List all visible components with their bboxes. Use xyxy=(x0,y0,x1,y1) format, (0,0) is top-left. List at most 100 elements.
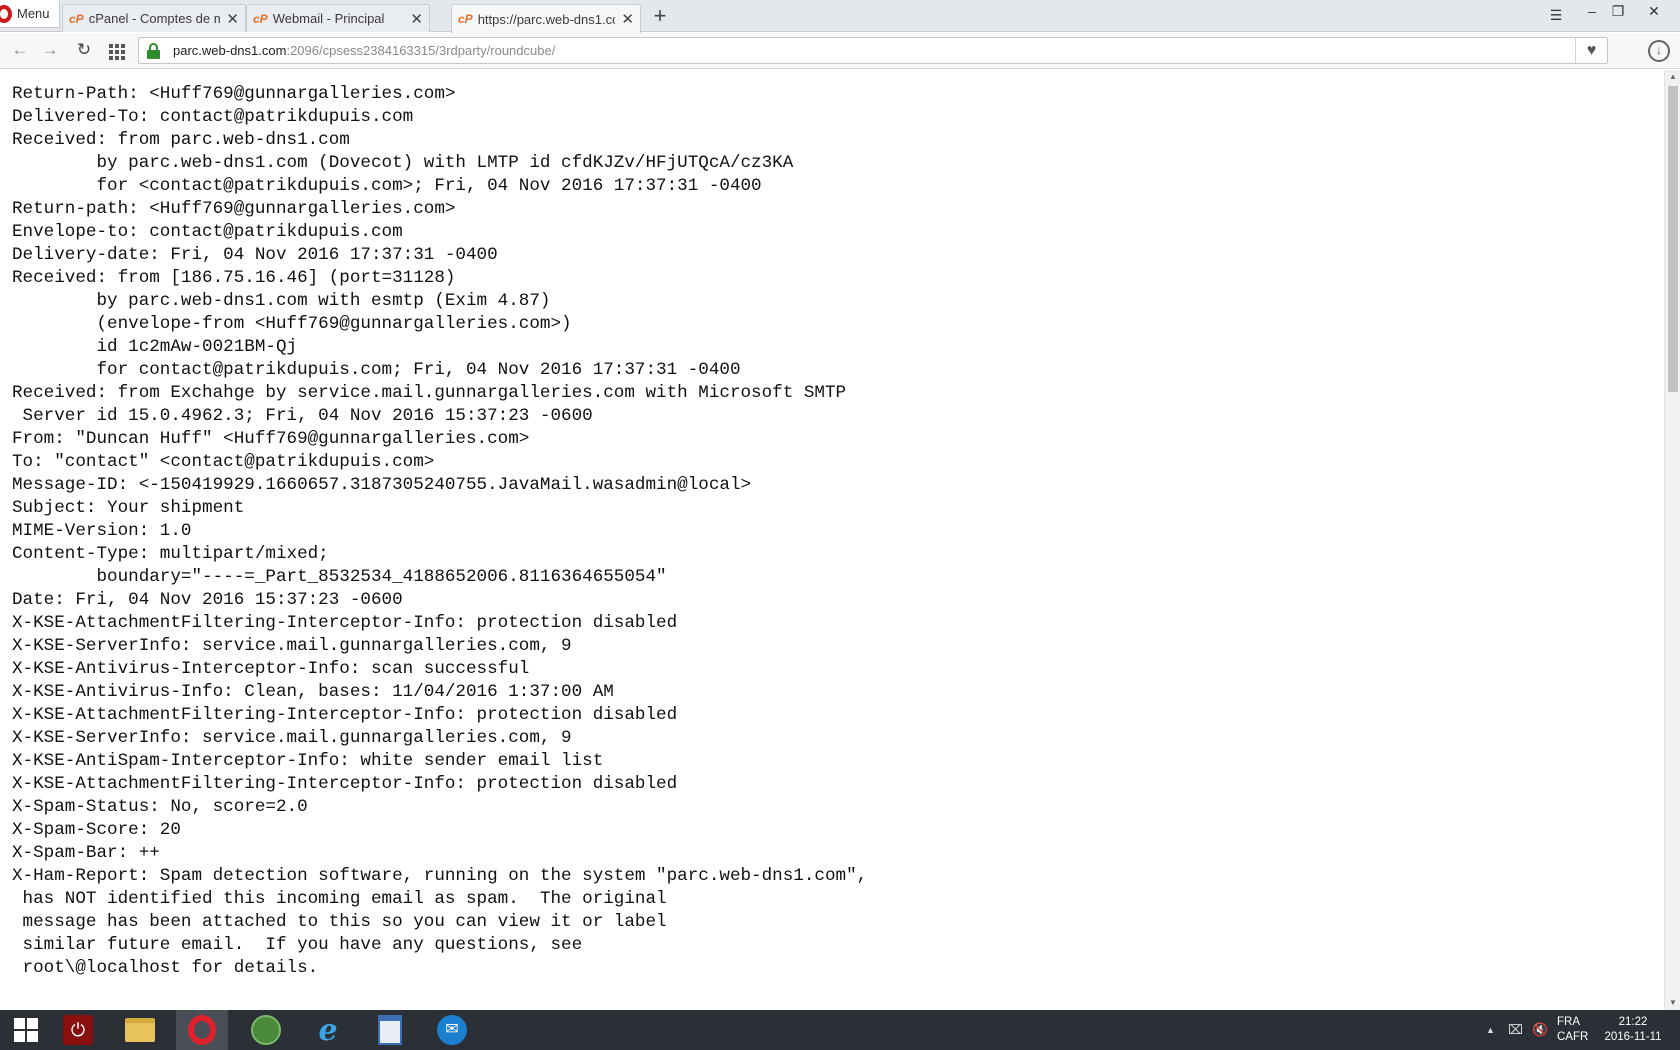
header-line: X-Spam-Status: No, score=2.0 xyxy=(12,797,308,817)
message-source-view: Return-Path: <Huff769@gunnargalleries.co… xyxy=(0,70,1664,1010)
header-line: Subject: Your shipment xyxy=(12,498,245,518)
header-line: X-KSE-Antivirus-Interceptor-Info: scan s… xyxy=(12,659,530,679)
opera-menu-button[interactable]: Menu xyxy=(0,0,60,28)
header-line: Received: from [186.75.16.46] (port=3112… xyxy=(12,268,456,288)
taskbar-app-file-explorer[interactable] xyxy=(114,1010,166,1050)
taskbar-app-globe[interactable] xyxy=(240,1010,292,1050)
url-host: parc.web-dns1.com xyxy=(173,43,287,58)
taskbar-app-internet-explorer[interactable]: e xyxy=(302,1010,354,1050)
power-icon: ⏻ xyxy=(63,1015,93,1045)
navigation-bar: ← → ↻ parc.web-dns1.com :2096/cpsess2384… xyxy=(0,33,1680,69)
mail-bird-icon: ✉ xyxy=(437,1015,467,1045)
header-line: X-KSE-AttachmentFiltering-Interceptor-In… xyxy=(12,705,678,725)
raw-email-headers: Return-Path: <Huff769@gunnargalleries.co… xyxy=(12,83,867,980)
opera-icon xyxy=(188,1015,216,1045)
tab-title: Webmail - Principal xyxy=(272,11,385,26)
tab-title: https://parc.web-dns1.com:2096/cpsess238… xyxy=(477,11,616,27)
header-line: Message-ID: <-150419929.1660657.31873052… xyxy=(12,475,752,495)
header-line: From: "Duncan Huff" <Huff769@gunnargalle… xyxy=(12,429,530,449)
header-line: id 1c2mAw-0021BM-Qj xyxy=(12,337,298,357)
header-line: for <contact@patrikdupuis.com>; Fri, 04 … xyxy=(12,176,762,196)
heart-bookmark-icon[interactable]: ♥ xyxy=(1575,38,1607,63)
header-line: message has been attached to this so you… xyxy=(12,912,667,932)
header-line: has NOT identified this incoming email a… xyxy=(12,889,667,909)
menu-label: Menu xyxy=(17,6,50,21)
header-line: Delivery-date: Fri, 04 Nov 2016 17:37:31… xyxy=(12,245,498,265)
opera-logo-icon xyxy=(0,4,12,23)
url-path: :2096/cpsess2384163315/3rdparty/roundcub… xyxy=(286,43,556,58)
windows-taskbar: ⏻ e ✉ ▲ ⌧ 🔇 FRA CAFR 21:22 2016-11-11 xyxy=(0,1010,1680,1050)
download-icon[interactable]: ↓ xyxy=(1648,40,1670,62)
header-line: X-KSE-AttachmentFiltering-Interceptor-In… xyxy=(12,613,678,633)
taskbar-app-opera[interactable] xyxy=(176,1010,228,1050)
back-arrow-icon[interactable]: ← xyxy=(8,38,32,62)
close-window-icon[interactable]: ✕ xyxy=(1640,0,1668,24)
speed-dial-grid-icon[interactable] xyxy=(109,44,125,60)
lock-icon[interactable] xyxy=(145,38,163,63)
clock[interactable]: 21:22 2016-11-11 xyxy=(1600,1015,1666,1045)
tab-cpanel[interactable]: cP cPanel - Comptes de messagerie ✕ xyxy=(62,4,246,32)
taskbar-app-document[interactable] xyxy=(364,1010,416,1050)
header-line: (envelope-from <Huff769@gunnargalleries.… xyxy=(12,314,572,334)
taskbar-app-shutdown[interactable]: ⏻ xyxy=(52,1010,104,1050)
clock-date: 2016-11-11 xyxy=(1604,1031,1662,1043)
vertical-scrollbar[interactable]: ▲ ▼ xyxy=(1664,70,1680,1010)
minimize-icon[interactable]: – xyxy=(1578,0,1606,24)
header-line: X-KSE-ServerInfo: service.mail.gunnargal… xyxy=(12,636,572,656)
tab-webmail[interactable]: cP Webmail - Principal ✕ xyxy=(246,4,430,32)
globe-icon xyxy=(251,1015,281,1045)
network-icon[interactable]: ⌧ xyxy=(1508,1022,1523,1038)
header-line: X-KSE-AntiSpam-Interceptor-Info: white s… xyxy=(12,751,604,771)
clock-time: 21:22 xyxy=(1618,1016,1648,1028)
taskbar-app-thunderbird[interactable]: ✉ xyxy=(426,1010,478,1050)
header-line: Return-path: <Huff769@gunnargalleries.co… xyxy=(12,199,456,219)
scroll-up-icon[interactable]: ▲ xyxy=(1665,70,1680,84)
folder-icon xyxy=(125,1018,155,1042)
header-line: root\@localhost for details. xyxy=(12,958,319,978)
internet-explorer-icon: e xyxy=(318,1012,338,1048)
scroll-down-icon[interactable]: ▼ xyxy=(1665,996,1680,1010)
header-line: X-KSE-AttachmentFiltering-Interceptor-In… xyxy=(12,774,678,794)
tab-strip: Menu cP cPanel - Comptes de messagerie ✕… xyxy=(0,0,1680,33)
header-line: by parc.web-dns1.com (Dovecot) with LMTP… xyxy=(12,153,794,173)
header-line: Received: from Exchahge by service.mail.… xyxy=(12,383,847,403)
restore-icon[interactable]: ❐ xyxy=(1604,0,1632,24)
tab-roundcube[interactable]: cP https://parc.web-dns1.com:2096/cpsess… xyxy=(451,4,641,33)
input-language-indicator[interactable]: FRA CAFR xyxy=(1557,1015,1589,1045)
cpanel-icon: cP xyxy=(253,11,268,26)
tab-menu-icon[interactable]: ☰ xyxy=(1542,4,1570,28)
show-hidden-icons-icon[interactable]: ▲ xyxy=(1486,1025,1495,1035)
header-line: To: "contact" <contact@patrikdupuis.com> xyxy=(12,452,435,472)
keyboard-layout: CAFR xyxy=(1557,1031,1589,1043)
reload-icon[interactable]: ↻ xyxy=(72,38,96,62)
header-line: Date: Fri, 04 Nov 2016 15:37:23 -0600 xyxy=(12,590,403,610)
start-button[interactable] xyxy=(0,1010,52,1050)
cpanel-icon: cP xyxy=(458,12,473,26)
address-bar[interactable]: parc.web-dns1.com :2096/cpsess2384163315… xyxy=(138,37,1608,64)
tab-title: cPanel - Comptes de messagerie xyxy=(88,11,221,26)
forward-arrow-icon[interactable]: → xyxy=(38,38,62,62)
header-line: Server id 15.0.4962.3; Fri, 04 Nov 2016 … xyxy=(12,406,593,426)
header-line: X-KSE-ServerInfo: service.mail.gunnargal… xyxy=(12,728,572,748)
close-icon[interactable]: ✕ xyxy=(226,10,239,28)
header-line: Received: from parc.web-dns1.com xyxy=(12,130,350,150)
header-line: X-Ham-Report: Spam detection software, r… xyxy=(12,866,868,886)
header-line: MIME-Version: 1.0 xyxy=(12,521,192,541)
header-line: for contact@patrikdupuis.com; Fri, 04 No… xyxy=(12,360,741,380)
windows-logo-icon xyxy=(14,1018,38,1042)
header-line: X-Spam-Score: 20 xyxy=(12,820,181,840)
close-icon[interactable]: ✕ xyxy=(621,10,634,28)
header-line: similar future email. If you have any qu… xyxy=(12,935,583,955)
header-line: X-Spam-Bar: ++ xyxy=(12,843,160,863)
header-line: Return-Path: <Huff769@gunnargalleries.co… xyxy=(12,84,456,104)
volume-muted-icon[interactable]: 🔇 xyxy=(1532,1022,1548,1038)
header-line: X-KSE-Antivirus-Info: Clean, bases: 11/0… xyxy=(12,682,614,702)
header-line: by parc.web-dns1.com with esmtp (Exim 4.… xyxy=(12,291,551,311)
language-code: FRA xyxy=(1557,1016,1580,1028)
new-tab-button[interactable]: + xyxy=(648,2,672,30)
header-line: Content-Type: multipart/mixed; xyxy=(12,544,329,564)
scrollbar-thumb[interactable] xyxy=(1668,86,1678,392)
header-line: Envelope-to: contact@patrikdupuis.com xyxy=(12,222,403,242)
close-icon[interactable]: ✕ xyxy=(410,10,423,28)
header-line: boundary="----=_Part_8532534_4188652006.… xyxy=(12,567,667,587)
